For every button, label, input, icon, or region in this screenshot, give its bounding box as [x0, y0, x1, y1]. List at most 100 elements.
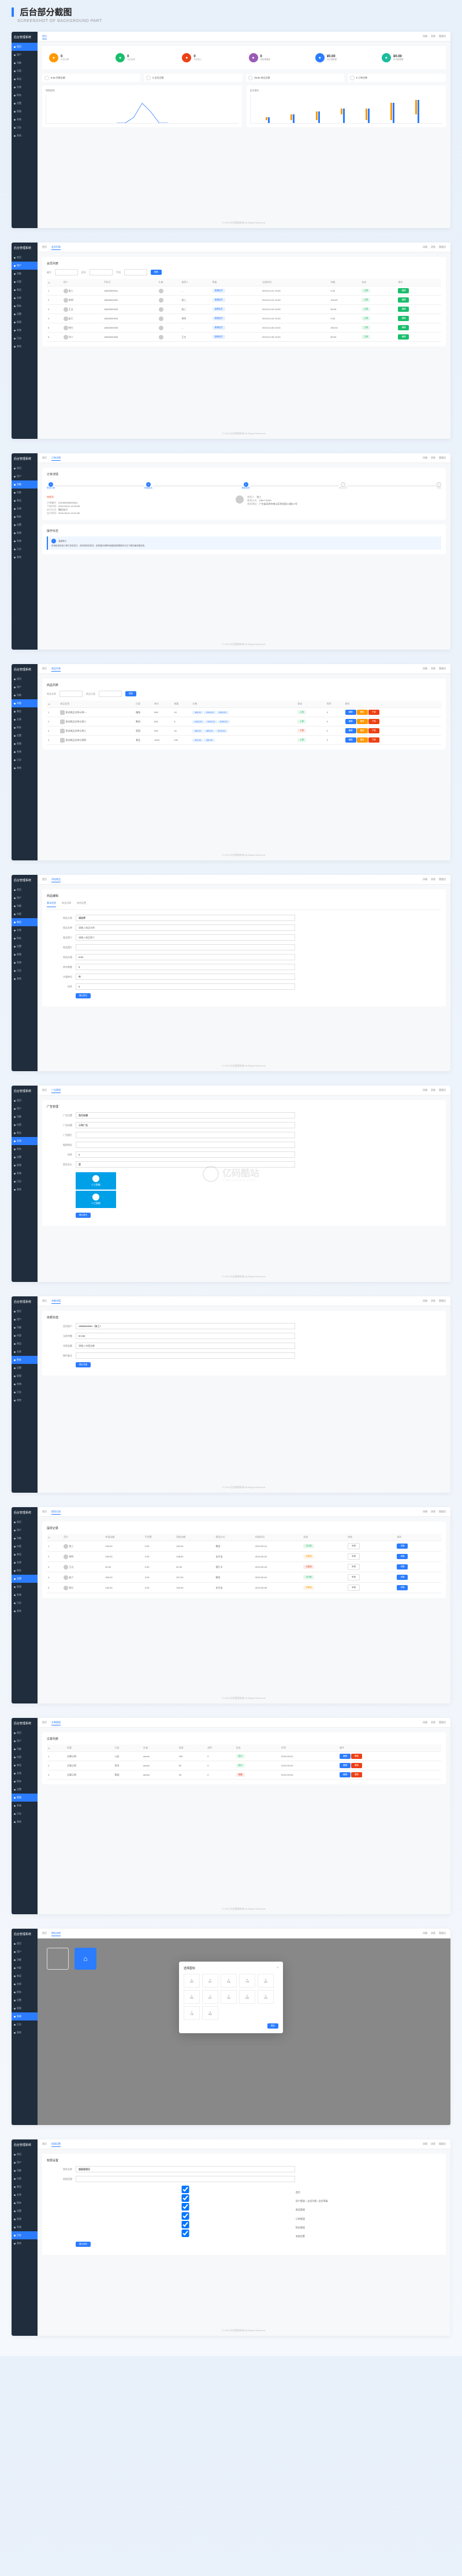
nav-item[interactable]: 用户 — [12, 894, 38, 902]
tab-products[interactable]: 商品列表 — [51, 667, 61, 672]
tab-order[interactable]: 订单详情 — [51, 456, 61, 461]
nav-item[interactable]: 功能 — [12, 59, 38, 67]
nav-item[interactable]: 内容 — [12, 2175, 38, 2183]
nav-item[interactable]: 设置 — [12, 521, 38, 529]
action-button[interactable]: 删除 — [357, 719, 368, 724]
nav-item[interactable]: 设置 — [12, 310, 38, 318]
tab-articles[interactable]: 文章管理 — [51, 1721, 61, 1725]
nav-item[interactable]: 交易 — [12, 1980, 38, 1988]
nav-item[interactable]: 权限 — [12, 740, 38, 748]
field-input[interactable] — [76, 1122, 295, 1128]
nav-item[interactable]: 权限 — [12, 529, 38, 537]
nav-item[interactable]: 功能 — [12, 1324, 38, 1332]
tab-home[interactable]: 首页 — [42, 456, 47, 459]
nav-item[interactable]: 商品 — [12, 1550, 38, 1559]
nav-item[interactable]: 设置 — [12, 732, 38, 740]
icon-option[interactable]: ◈设置 — [258, 1974, 274, 1988]
nav-item[interactable]: 权限 — [12, 2215, 38, 2223]
nav-item[interactable]: 日志 — [12, 1599, 38, 1607]
nav-item[interactable]: 功能 — [12, 691, 38, 699]
action-button[interactable]: 下架 — [368, 737, 379, 743]
nav-item[interactable]: 系统 — [12, 1591, 38, 1599]
detail-button[interactable]: 详情 — [397, 1544, 408, 1549]
nav-item[interactable]: 交易 — [12, 1137, 38, 1145]
action-button[interactable]: 删除 — [357, 710, 368, 715]
nav-item[interactable]: 首页 — [12, 886, 38, 894]
nav-item[interactable]: 日志 — [12, 334, 38, 342]
nav-item[interactable]: 内容 — [12, 1964, 38, 1972]
nav-item[interactable]: 财务 — [12, 1567, 38, 1575]
tab-icons[interactable]: 图标选择 — [51, 1932, 61, 1936]
nav-item[interactable]: 设置 — [12, 1153, 38, 1161]
edit-button[interactable]: 编辑 — [398, 288, 409, 293]
nav-item[interactable]: 商品 — [12, 497, 38, 505]
tab-members[interactable]: 会员列表 — [51, 245, 61, 250]
search-button[interactable]: 搜索 — [151, 270, 162, 275]
icon-option[interactable]: ◈首页 — [184, 1974, 200, 1988]
nav-item[interactable]: 内容 — [12, 278, 38, 286]
nav-item[interactable]: 设置 — [12, 1575, 38, 1583]
tab-home[interactable]: 首页 — [42, 2142, 47, 2145]
nav-item[interactable]: 功能 — [12, 1956, 38, 1964]
topbar-action[interactable]: 消息 — [431, 878, 435, 881]
perm-item[interactable]: 用户管理 > 会员列表 / 会员等级 — [76, 2194, 441, 2203]
action-button[interactable]: 编辑 — [340, 1772, 351, 1777]
edit-button[interactable]: 编辑 — [398, 307, 409, 312]
field-input[interactable] — [76, 954, 295, 960]
nav-item[interactable]: 交易 — [12, 83, 38, 91]
field-input[interactable] — [76, 964, 295, 970]
filter-name-input[interactable] — [59, 691, 83, 697]
nav-item[interactable]: 首页 — [12, 1729, 38, 1737]
nav-item[interactable]: 财务 — [12, 1356, 38, 1364]
nav-item[interactable]: 交易 — [12, 2191, 38, 2199]
nav-item[interactable]: 财务 — [12, 302, 38, 310]
nav-item[interactable]: 日志 — [12, 1388, 38, 1396]
nav-item[interactable]: 功能 — [12, 2167, 38, 2175]
nav-item[interactable]: 财务 — [12, 1145, 38, 1153]
topbar-action[interactable]: 消息 — [431, 1510, 435, 1513]
nav-item[interactable]: 日志 — [12, 2231, 38, 2239]
topbar-action[interactable]: 管理员 — [439, 1299, 446, 1302]
field-input[interactable] — [76, 924, 295, 931]
nav-item[interactable]: 用户 — [12, 262, 38, 270]
nav-item[interactable]: 功能 — [12, 480, 38, 489]
nav-item[interactable]: 财务 — [12, 934, 38, 942]
action-button[interactable]: 删除 — [357, 728, 368, 733]
icon-option[interactable]: ◈系统 — [258, 1990, 274, 2004]
topbar-action[interactable]: 管理员 — [439, 2142, 446, 2145]
perm-checkbox[interactable] — [76, 2194, 295, 2202]
icon-option[interactable]: ◈权限 — [239, 1990, 255, 2004]
nav-item[interactable]: 设置 — [12, 1364, 38, 1372]
nav-item[interactable]: 商品 — [12, 1761, 38, 1769]
nav-item[interactable]: 其他 — [12, 1396, 38, 1404]
audit-button[interactable]: 审核 — [348, 1543, 360, 1549]
submit-button[interactable]: 确认保存 — [76, 2242, 91, 2247]
icon-option[interactable]: ◈消息 — [221, 1990, 237, 2004]
nav-item[interactable]: 首页 — [12, 675, 38, 683]
nav-item[interactable]: 内容 — [12, 1332, 38, 1340]
nav-item[interactable]: 日志 — [12, 545, 38, 553]
topbar-action[interactable]: 消息 — [431, 667, 435, 670]
nav-item[interactable]: 首页 — [12, 1097, 38, 1105]
field-input[interactable] — [76, 1142, 295, 1148]
topbar-action[interactable]: 风格 — [423, 245, 427, 248]
icon-option[interactable]: ◈商品 — [221, 1974, 237, 1988]
nav-item[interactable]: 商品 — [12, 286, 38, 294]
tab-home[interactable]: 首页 — [42, 1510, 47, 1513]
perm-item[interactable]: 财务管理 — [76, 2221, 441, 2230]
action-button[interactable]: 编辑 — [345, 728, 356, 733]
nav-item[interactable]: 交易 — [12, 1769, 38, 1777]
nav-item[interactable]: 首页 — [12, 1307, 38, 1315]
nav-item[interactable]: 交易 — [12, 715, 38, 724]
action-button[interactable]: 删除 — [357, 737, 368, 743]
topbar-action[interactable]: 管理员 — [439, 1932, 446, 1934]
nav-item[interactable]: 首页 — [12, 1940, 38, 1948]
audit-button[interactable]: 审核 — [348, 1564, 360, 1570]
nav-item[interactable]: 系统 — [12, 748, 38, 756]
topbar-action[interactable]: 风格 — [423, 1721, 427, 1724]
close-icon[interactable]: × — [277, 1966, 278, 1970]
topbar-action[interactable]: 管理员 — [439, 1088, 446, 1091]
tab-withdraw[interactable]: 提现记录 — [51, 1510, 61, 1515]
field-input[interactable] — [76, 1333, 295, 1339]
perm-item[interactable]: 商品管理 — [76, 2203, 441, 2212]
